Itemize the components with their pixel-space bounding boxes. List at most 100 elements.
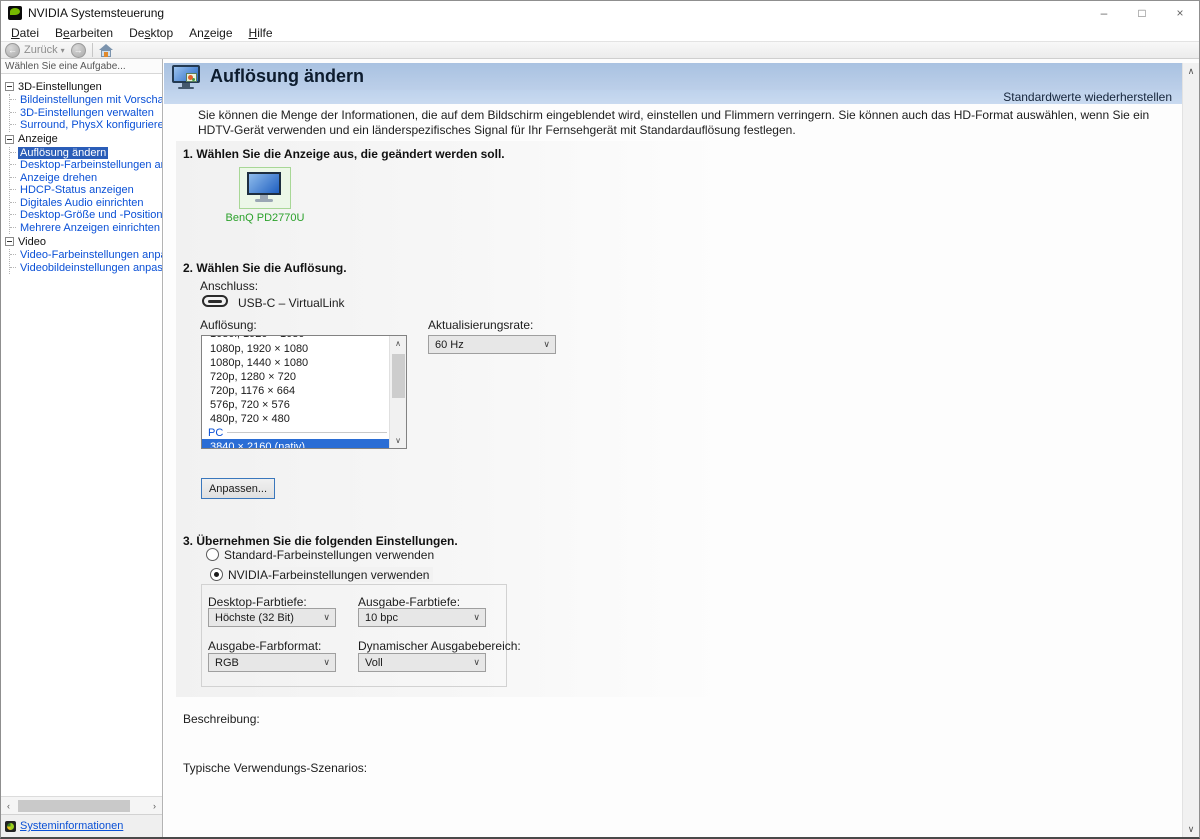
description-label: Beschreibung: bbox=[183, 712, 260, 726]
collapse-icon[interactable] bbox=[5, 135, 14, 144]
scroll-right-icon[interactable]: › bbox=[147, 801, 162, 811]
sidebar-item-bildeinstellungen[interactable]: Bildeinstellungen mit Vorschau anpassen bbox=[10, 94, 162, 107]
back-button-icon[interactable]: ← bbox=[5, 43, 20, 58]
sidebar-item-surround-physx[interactable]: Surround, PhysX konfigurieren bbox=[10, 119, 162, 132]
resolution-label: Auflösung: bbox=[200, 318, 257, 332]
maximize-button[interactable]: □ bbox=[1123, 1, 1161, 24]
sidebar-item-digitales-audio[interactable]: Digitales Audio einrichten bbox=[10, 197, 162, 210]
resolution-row[interactable]: 720p, 1176 × 664 bbox=[202, 384, 389, 398]
back-button-label[interactable]: Zurück bbox=[24, 44, 58, 56]
monitor-base bbox=[178, 87, 194, 89]
home-icon[interactable] bbox=[99, 44, 114, 57]
app-window: NVIDIA Systemsteuerung – □ × Datei Bearb… bbox=[0, 0, 1200, 839]
collapse-icon[interactable] bbox=[5, 237, 14, 246]
sidebar-item-aufloesung-aendern[interactable]: Auflösung ändern bbox=[10, 147, 162, 160]
page-header-band: Auflösung ändern bbox=[164, 63, 1182, 90]
resolution-row[interactable]: 1080p, 1440 × 1080 bbox=[202, 356, 389, 370]
sidebar-item-hdcp-status[interactable]: HDCP-Status anzeigen bbox=[10, 184, 162, 197]
task-tree: 3D-Einstellungen Bildeinstellungen mit V… bbox=[1, 76, 162, 795]
system-info-bar: Systeminformationen bbox=[1, 814, 162, 837]
resolution-listbox[interactable]: 1080i, 1920 × 1080 1080p, 1920 × 1080 10… bbox=[201, 335, 407, 449]
resolution-row-selected[interactable]: 3840 × 2160 (nativ) bbox=[202, 439, 389, 448]
scroll-down-icon[interactable]: ∨ bbox=[390, 433, 406, 448]
window-controls: – □ × bbox=[1085, 1, 1199, 24]
resolution-row[interactable]: 576p, 720 × 576 bbox=[202, 398, 389, 412]
sidebar-group-anzeige[interactable]: Anzeige bbox=[5, 133, 162, 146]
menu-item-anzeige[interactable]: Anzeige bbox=[181, 25, 240, 41]
sidebar-item-label: Video-Farbeinstellungen anpassen bbox=[18, 249, 162, 261]
output-format-dropdown[interactable]: RGB ∨ bbox=[208, 653, 336, 672]
monitor-screen bbox=[247, 172, 281, 195]
system-info-icon bbox=[5, 821, 16, 832]
sidebar-item-label: Mehrere Anzeigen einrichten bbox=[18, 222, 162, 234]
nvidia-color-radio-label: NVIDIA-Farbeinstellungen verwenden bbox=[228, 568, 429, 582]
dynamic-range-value: Voll bbox=[365, 657, 383, 669]
output-format-value: RGB bbox=[215, 657, 239, 669]
sidebar-item-video-farbeinstellungen[interactable]: Video-Farbeinstellungen anpassen bbox=[10, 249, 162, 262]
menu-item-hilfe[interactable]: Hilfe bbox=[241, 25, 281, 41]
sidebar-item-anzeige-drehen[interactable]: Anzeige drehen bbox=[10, 172, 162, 185]
task-sidebar: Wählen Sie eine Aufgabe... 3D-Einstellun… bbox=[1, 59, 163, 837]
connector-value: USB-C – VirtualLink bbox=[238, 296, 345, 310]
main-content: Auflösung ändern Standardwerte wiederher… bbox=[164, 59, 1199, 837]
output-depth-dropdown[interactable]: 10 bpc ∨ bbox=[358, 608, 486, 627]
sidebar-item-mehrere-anzeigen[interactable]: Mehrere Anzeigen einrichten bbox=[10, 222, 162, 235]
sidebar-horizontal-scrollbar[interactable]: ‹ › bbox=[1, 796, 162, 814]
dynamic-range-dropdown[interactable]: Voll ∨ bbox=[358, 653, 486, 672]
resolution-list-scrollbar[interactable]: ∧ ∨ bbox=[389, 336, 406, 448]
menu-item-desktop[interactable]: Desktop bbox=[121, 25, 181, 41]
menu-item-datei[interactable]: Datei bbox=[3, 25, 47, 41]
sidebar-item-videobildeinstellungen[interactable]: Videobildeinstellungen anpassen bbox=[10, 262, 162, 275]
desktop-depth-dropdown[interactable]: Höchste (32 Bit) ∨ bbox=[208, 608, 336, 627]
sidebar-item-desktop-farbeinstellungen[interactable]: Desktop-Farbeinstellungen anpassen bbox=[10, 159, 162, 172]
page-monitor-icon bbox=[172, 65, 202, 89]
scroll-up-icon[interactable]: ∧ bbox=[390, 336, 406, 351]
monitor-stand bbox=[182, 83, 190, 87]
forward-button-icon[interactable]: → bbox=[71, 43, 86, 58]
standard-color-radio-row[interactable]: Standard-Farbeinstellungen verwenden bbox=[206, 547, 434, 562]
minimize-button[interactable]: – bbox=[1085, 1, 1123, 24]
scrollbar-thumb[interactable] bbox=[392, 354, 405, 398]
title-bar: NVIDIA Systemsteuerung – □ × bbox=[1, 1, 1199, 24]
close-button[interactable]: × bbox=[1161, 1, 1199, 24]
desktop-depth-label: Desktop-Farbtiefe: bbox=[208, 595, 307, 609]
scrollbar-thumb[interactable] bbox=[18, 800, 130, 812]
restore-defaults-link[interactable]: Standardwerte wiederherstellen bbox=[1003, 90, 1172, 104]
sidebar-item-3d-verwalten[interactable]: 3D-Einstellungen verwalten bbox=[10, 107, 162, 120]
radio-selected-icon[interactable] bbox=[210, 568, 223, 581]
chevron-down-icon: ∨ bbox=[543, 339, 550, 350]
nvidia-logo-icon bbox=[8, 6, 22, 20]
menu-item-bearbeiten[interactable]: Bearbeiten bbox=[47, 25, 121, 41]
chevron-down-icon: ∨ bbox=[473, 657, 480, 668]
desktop-depth-value: Höchste (32 Bit) bbox=[215, 612, 294, 624]
resolution-row[interactable]: 1080p, 1920 × 1080 bbox=[202, 342, 389, 356]
sidebar-item-desktop-groesse[interactable]: Desktop-Größe und -Position anpassen bbox=[10, 209, 162, 222]
scenarios-label: Typische Verwendungs-Szenarios: bbox=[183, 761, 367, 775]
back-dropdown-caret-icon[interactable]: ▾ bbox=[61, 46, 65, 55]
customize-button[interactable]: Anpassen... bbox=[201, 478, 275, 499]
sidebar-item-label: Digitales Audio einrichten bbox=[18, 197, 146, 209]
sidebar-group-3d-einstellungen[interactable]: 3D-Einstellungen bbox=[5, 80, 162, 93]
sidebar-item-label: HDCP-Status anzeigen bbox=[18, 184, 136, 196]
display-tile-selected[interactable] bbox=[239, 167, 291, 209]
page-title: Auflösung ändern bbox=[210, 66, 364, 87]
main-vertical-scrollbar[interactable]: ∧ ∨ bbox=[1182, 63, 1199, 837]
sidebar-group-video[interactable]: Video bbox=[5, 235, 162, 248]
chevron-down-icon: ∨ bbox=[323, 657, 330, 668]
scroll-left-icon[interactable]: ‹ bbox=[1, 801, 16, 811]
dynamic-range-label: Dynamischer Ausgabebereich: bbox=[358, 639, 521, 653]
group-children: Auflösung ändern Desktop-Farbeinstellung… bbox=[9, 147, 162, 235]
monitor-picture bbox=[186, 73, 197, 82]
refresh-rate-dropdown[interactable]: 60 Hz ∨ bbox=[428, 335, 556, 354]
scroll-up-icon[interactable]: ∧ bbox=[1183, 63, 1199, 79]
resolution-row[interactable]: 720p, 1280 × 720 bbox=[202, 370, 389, 384]
radio-unselected-icon[interactable] bbox=[206, 548, 219, 561]
nvidia-color-radio-row[interactable]: NVIDIA-Farbeinstellungen verwenden bbox=[206, 567, 433, 582]
sidebar-item-label: 3D-Einstellungen verwalten bbox=[18, 107, 156, 119]
system-info-link[interactable]: Systeminformationen bbox=[20, 820, 123, 832]
sidebar-item-label: Desktop-Größe und -Position anpassen bbox=[18, 209, 162, 221]
collapse-icon[interactable] bbox=[5, 82, 14, 91]
scroll-down-icon[interactable]: ∨ bbox=[1183, 821, 1199, 837]
resolution-row[interactable]: 480p, 720 × 480 bbox=[202, 412, 389, 426]
output-format-label: Ausgabe-Farbformat: bbox=[208, 639, 321, 653]
